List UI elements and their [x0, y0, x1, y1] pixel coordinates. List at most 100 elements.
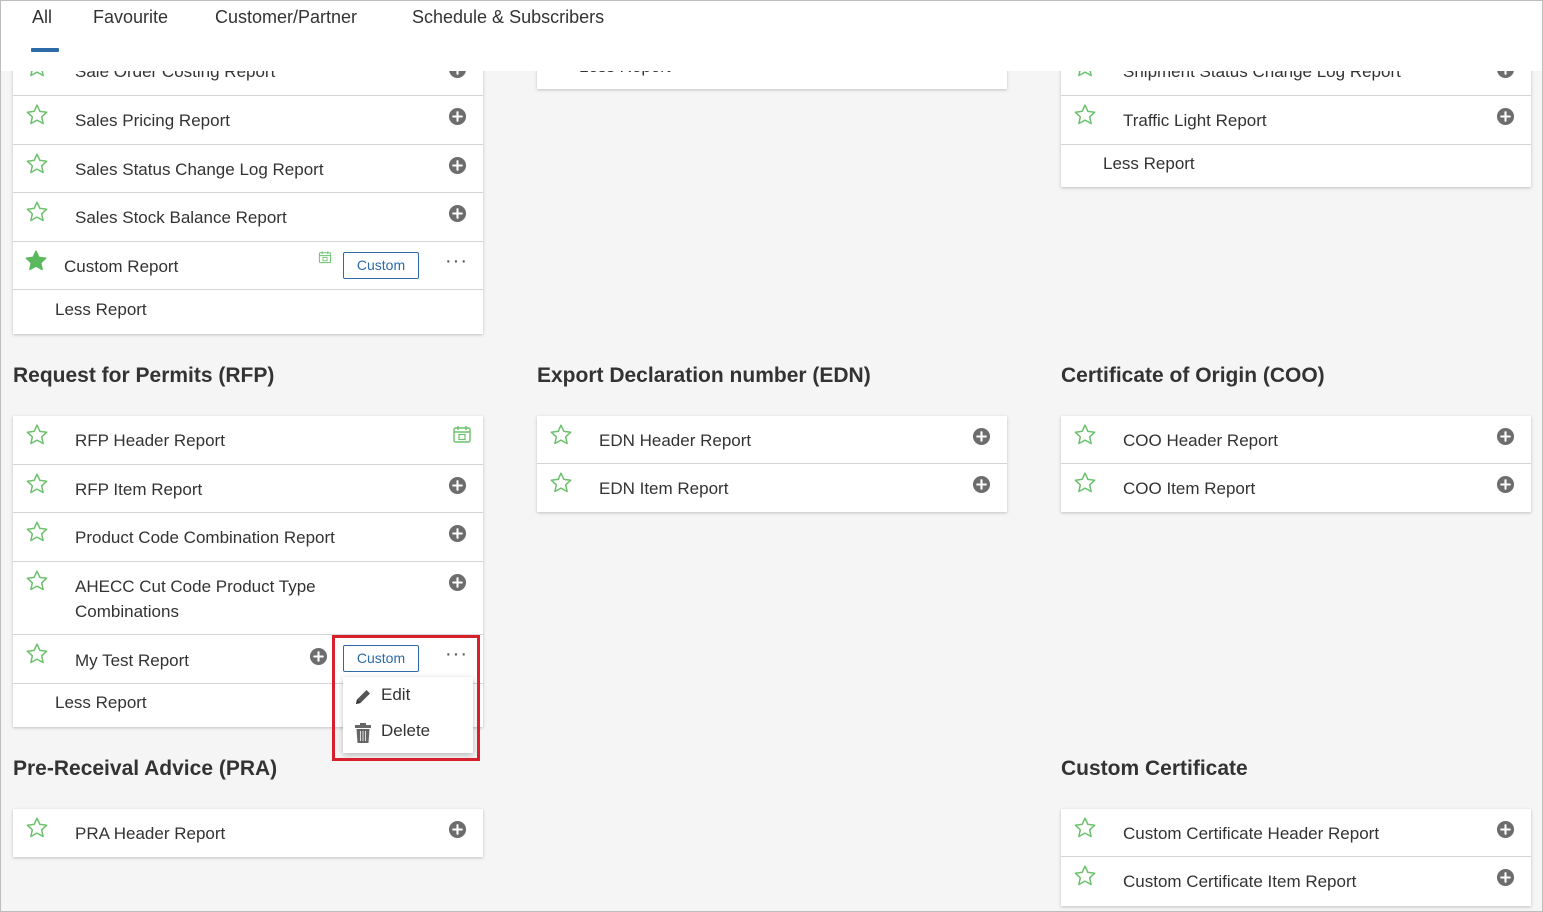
star-outline-icon[interactable] [25, 472, 49, 496]
report-label: My Test Report [75, 651, 190, 670]
edn-card: EDN Header Report EDN Item Report [537, 416, 1007, 512]
custom-badge: Custom [343, 645, 419, 672]
menu-item-delete[interactable]: Delete [353, 717, 468, 747]
report-row[interactable]: RFP Item Report [13, 465, 483, 513]
report-row[interactable]: COO Header Report [1061, 416, 1531, 464]
add-icon[interactable] [1496, 427, 1515, 446]
less-report-link[interactable]: Less Report [55, 693, 147, 713]
tab-schedule-subscribers[interactable]: Schedule & Subscribers [412, 7, 604, 28]
add-icon[interactable] [972, 475, 991, 494]
report-label-line-1: AHECC Cut Code Product Type [75, 577, 316, 596]
more-options-icon[interactable]: ··· [445, 251, 469, 272]
report-row[interactable]: AHECC Cut Code Product Type Combinations [13, 562, 483, 635]
report-label: Sales Stock Balance Report [75, 208, 287, 227]
add-icon[interactable] [448, 820, 467, 839]
report-label: Custom Report [64, 257, 179, 276]
tab-favourite[interactable]: Favourite [93, 7, 168, 28]
add-icon[interactable] [448, 204, 467, 223]
star-outline-icon[interactable] [25, 816, 49, 840]
less-report-row[interactable]: Less Report [1061, 145, 1531, 187]
report-row[interactable]: COO Item Report [1061, 464, 1531, 512]
report-row[interactable]: Traffic Light Report [1061, 96, 1531, 145]
add-icon[interactable] [972, 427, 991, 446]
report-row[interactable]: Custom Certificate Header Report [1061, 809, 1531, 857]
active-tab-indicator [31, 48, 59, 52]
pencil-icon [356, 690, 370, 704]
report-row[interactable]: PRA Header Report [13, 809, 483, 857]
star-outline-icon[interactable] [1073, 816, 1097, 840]
report-label: EDN Header Report [599, 431, 752, 450]
add-icon[interactable] [448, 573, 467, 592]
star-outline-icon[interactable] [25, 520, 49, 544]
report-row[interactable]: Sales Pricing Report [13, 96, 483, 145]
tab-all[interactable]: All [32, 7, 52, 28]
report-label: Traffic Light Report [1123, 111, 1267, 130]
report-label: EDN Item Report [599, 479, 729, 498]
add-icon[interactable] [1496, 868, 1515, 887]
add-icon[interactable] [448, 524, 467, 543]
menu-item-edit[interactable]: Edit [353, 681, 468, 711]
report-row[interactable]: Custom Certificate Item Report [1061, 857, 1531, 906]
star-outline-icon[interactable] [25, 103, 49, 127]
report-label: Custom Certificate Header Report [1123, 824, 1380, 843]
report-label: Sales Status Change Log Report [75, 160, 324, 179]
star-outline-icon[interactable] [1073, 103, 1097, 127]
add-icon[interactable] [309, 647, 328, 666]
custom-certificate-card: Custom Certificate Header Report Custom … [1061, 809, 1531, 906]
custom-badge: Custom [343, 252, 419, 279]
add-icon[interactable] [448, 476, 467, 495]
add-icon[interactable] [448, 156, 467, 175]
star-outline-icon[interactable] [25, 152, 49, 176]
add-icon[interactable] [1496, 820, 1515, 839]
report-label: Sales Pricing Report [75, 111, 230, 130]
star-outline-icon[interactable] [549, 423, 573, 447]
coo-card: COO Header Report COO Item Report [1061, 416, 1531, 512]
report-row[interactable]: EDN Header Report [537, 416, 1007, 464]
report-label-line-2: Combinations [75, 602, 179, 621]
add-icon[interactable] [1496, 475, 1515, 494]
tab-bar: All Favourite Customer/Partner Schedule … [1, 1, 1542, 71]
star-outline-icon[interactable] [549, 471, 573, 495]
report-row[interactable]: Sales Status Change Log Report [13, 145, 483, 193]
star-outline-icon[interactable] [25, 642, 49, 666]
section-title-edn: Export Declaration number (EDN) [537, 364, 871, 387]
context-menu: Edit Delete [343, 677, 473, 753]
less-report-link[interactable]: Less Report [55, 300, 147, 320]
section-title-pra: Pre-Receival Advice (PRA) [13, 757, 278, 780]
menu-item-label: Delete [381, 721, 431, 740]
star-outline-icon[interactable] [1073, 423, 1097, 447]
tab-customer-partner[interactable]: Customer/Partner [215, 7, 357, 28]
report-row[interactable]: Sales Stock Balance Report [13, 193, 483, 242]
less-report-link[interactable]: Less Report [1103, 154, 1195, 174]
star-outline-icon[interactable] [1073, 471, 1097, 495]
star-outline-icon[interactable] [1073, 864, 1097, 888]
report-label: COO Item Report [1123, 479, 1256, 498]
star-outline-icon[interactable] [25, 569, 49, 593]
calendar-icon[interactable] [452, 424, 472, 444]
more-options-icon[interactable]: ··· [445, 644, 469, 665]
section-title-custom-certificate: Custom Certificate [1061, 757, 1248, 780]
report-row[interactable]: RFP Header Report [13, 416, 483, 465]
report-label: RFP Item Report [75, 480, 203, 499]
report-row[interactable]: Product Code Combination Report [13, 513, 483, 562]
sales-reports-card: Sale Order Costing Report Sales Pricing … [13, 41, 483, 334]
star-filled-icon[interactable] [24, 249, 48, 273]
report-label: RFP Header Report [75, 431, 225, 450]
section-title-coo: Certificate of Origin (COO) [1061, 364, 1325, 387]
section-title-rfp: Request for Permits (RFP) [13, 364, 275, 387]
custom-report-row[interactable]: Custom Report Custom ··· [13, 242, 483, 290]
report-label: Product Code Combination Report [75, 528, 335, 547]
add-icon[interactable] [1496, 107, 1515, 126]
report-row[interactable]: EDN Item Report [537, 464, 1007, 512]
trash-icon [355, 723, 371, 743]
add-icon[interactable] [448, 107, 467, 126]
report-label: PRA Header Report [75, 824, 226, 843]
pra-card: PRA Header Report [13, 809, 483, 857]
report-label: Custom Certificate Item Report [1123, 872, 1357, 891]
calendar-icon[interactable] [318, 250, 332, 264]
less-report-row[interactable]: Less Report [13, 290, 483, 334]
star-outline-icon[interactable] [25, 200, 49, 224]
report-label: COO Header Report [1123, 431, 1278, 450]
star-outline-icon[interactable] [25, 423, 49, 447]
menu-item-label: Edit [381, 685, 411, 704]
